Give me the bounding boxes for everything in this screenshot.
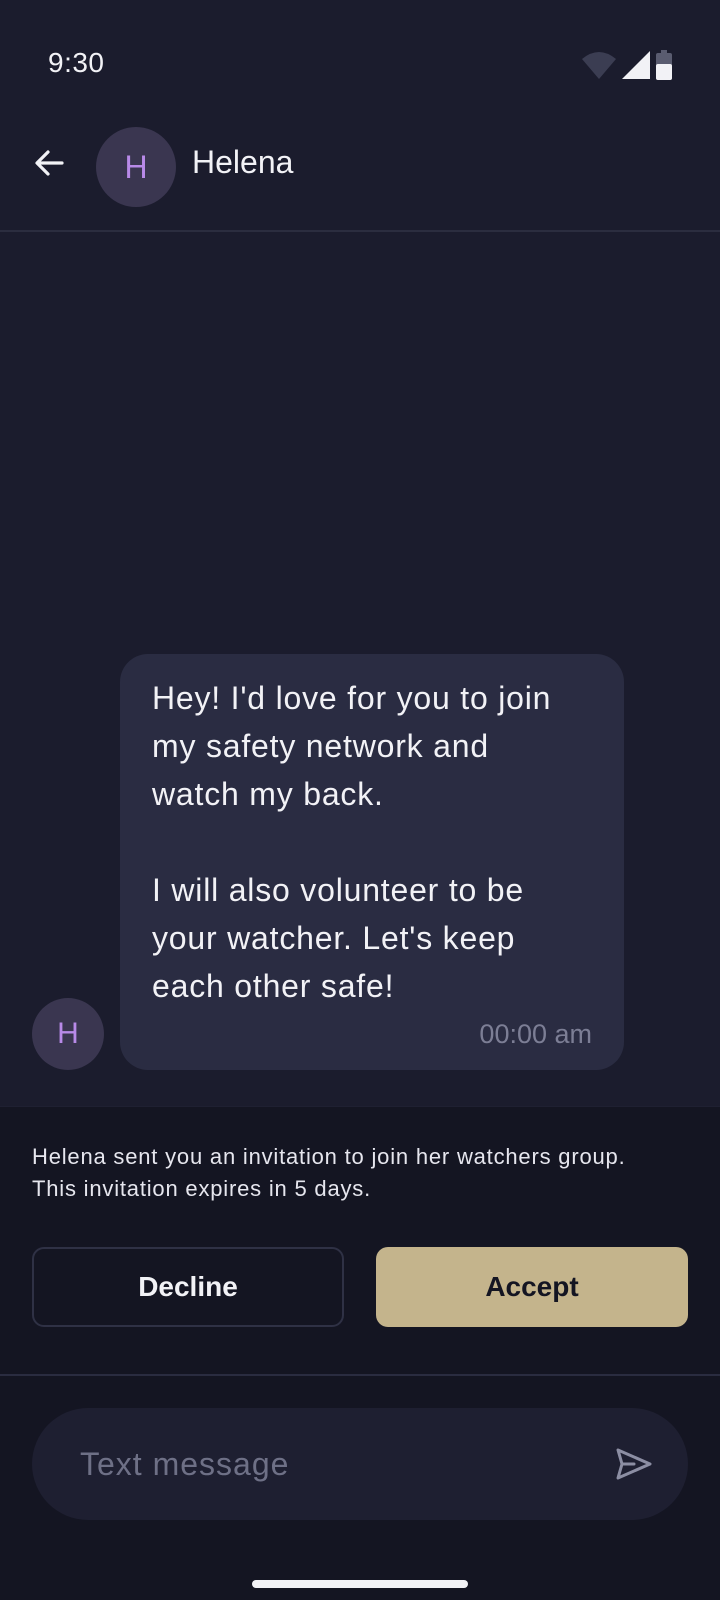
message-time: 00:00 am: [479, 1019, 592, 1049]
decline-button[interactable]: Decline: [32, 1247, 344, 1327]
status-icons: [582, 50, 672, 80]
cell-signal-icon: [622, 51, 650, 79]
back-button[interactable]: [28, 142, 70, 184]
text-message-input[interactable]: [80, 1408, 580, 1520]
composer-area: [0, 1376, 720, 1600]
invitation-text-line2: This invitation expires in 5 days.: [32, 1176, 372, 1201]
status-bar: 9:30: [0, 0, 720, 120]
avatar-initial: H: [124, 148, 148, 185]
contact-avatar[interactable]: H: [96, 127, 176, 207]
contact-name[interactable]: Helena: [192, 144, 293, 181]
send-button[interactable]: [614, 1444, 654, 1484]
message-composer: [32, 1408, 688, 1520]
wifi-icon: [582, 51, 616, 79]
accept-button[interactable]: Accept: [376, 1247, 688, 1327]
avatar-initial: H: [57, 1017, 79, 1050]
status-time: 9:30: [48, 47, 105, 78]
invitation-text: Helena sent you an invitation to join he…: [32, 1141, 692, 1205]
invitation-panel: Helena sent you an invitation to join he…: [0, 1106, 720, 1376]
message-row: H Hey! I'd love for you to join my safet…: [0, 654, 720, 1070]
message-bubble[interactable]: Hey! I'd love for you to join my safety …: [120, 654, 624, 1070]
message-avatar[interactable]: H: [32, 998, 104, 1070]
message-text: Hey! I'd love for you to join my safety …: [152, 680, 552, 1004]
invitation-text-line1: Helena sent you an invitation to join he…: [32, 1144, 626, 1169]
send-icon: [616, 1448, 652, 1480]
chat-screen: 9:30 H Helena H Hey! I'd love for you to…: [0, 0, 720, 1600]
home-indicator[interactable]: [252, 1580, 468, 1588]
arrow-left-icon: [35, 150, 64, 176]
chat-header: H Helena: [0, 120, 720, 232]
battery-icon: [656, 50, 672, 80]
